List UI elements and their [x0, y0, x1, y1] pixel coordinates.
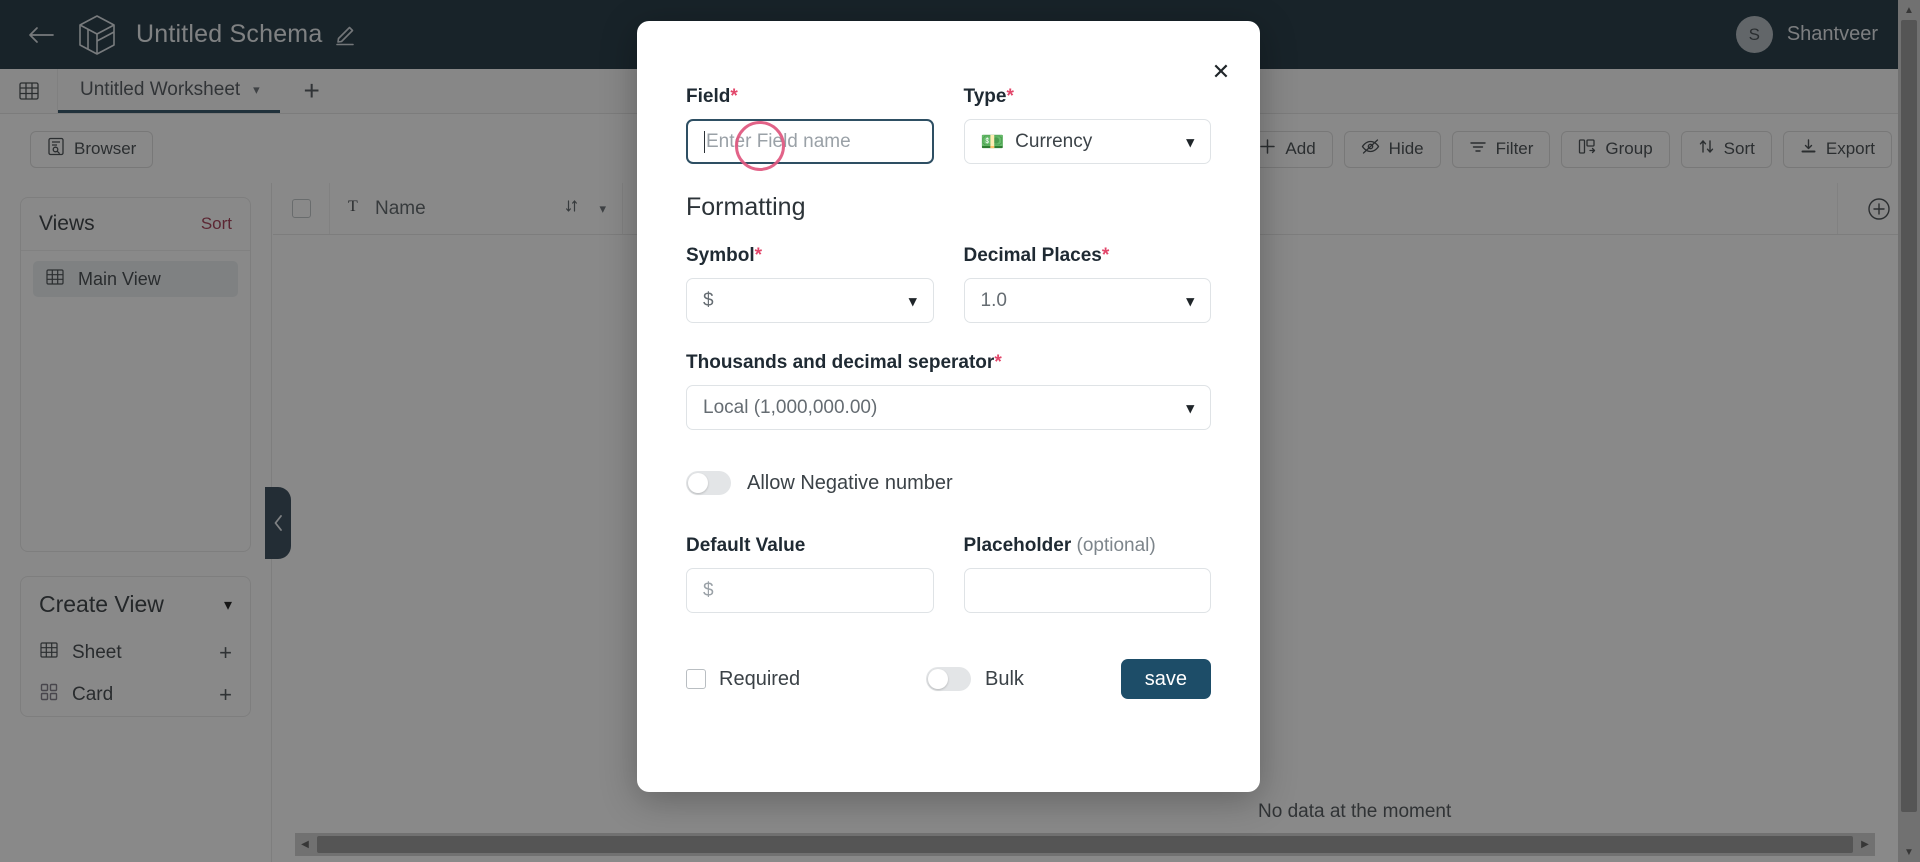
default-value-label: Default Value [686, 535, 934, 557]
decimal-places-group: Decimal Places* 1.0 ▾ [964, 245, 1212, 323]
chevron-down-icon[interactable]: ▾ [1186, 292, 1194, 310]
separator-select[interactable]: Local (1,000,000.00) ▾ [686, 385, 1211, 430]
separator-value: Local (1,000,000.00) [703, 397, 877, 419]
save-button[interactable]: save [1121, 659, 1211, 699]
placeholder-label: Placeholder (optional) [964, 535, 1212, 557]
text-caret [704, 131, 705, 153]
symbol-group: Symbol* $ ▾ [686, 245, 934, 323]
bulk-label: Bulk [985, 668, 1024, 691]
field-type-value: Currency [1015, 131, 1092, 153]
bulk-toggle-row: Bulk [926, 667, 1024, 691]
allow-negative-row: Allow Negative number [686, 471, 1211, 495]
field-name-group: Field* Enter Field name [686, 86, 934, 164]
required-label: Required [719, 668, 800, 691]
chevron-down-icon[interactable]: ▾ [1186, 133, 1194, 151]
bulk-toggle[interactable] [926, 667, 971, 691]
field-type-select[interactable]: 💵 Currency ▾ [964, 119, 1212, 164]
required-checkbox-row[interactable]: Required [686, 668, 926, 691]
decimal-places-select[interactable]: 1.0 ▾ [964, 278, 1212, 323]
symbol-value: $ [703, 290, 714, 312]
default-value-group: Default Value $ [686, 535, 934, 613]
banknote-icon: 💵 [981, 130, 1005, 154]
field-name-input[interactable]: Enter Field name [686, 119, 934, 164]
placeholder-input[interactable] [964, 568, 1212, 613]
separator-label: Thousands and decimal seperator* [686, 352, 1211, 374]
close-icon[interactable]: ✕ [1208, 59, 1234, 85]
field-type-group: Type* 💵 Currency ▾ [964, 86, 1212, 164]
chevron-down-icon[interactable]: ▾ [1186, 399, 1194, 417]
default-value-placeholder: $ [703, 580, 714, 602]
annotation-ring [735, 121, 785, 171]
symbol-label: Symbol* [686, 245, 934, 267]
decimal-places-value: 1.0 [981, 290, 1007, 312]
toggle-knob [928, 669, 948, 689]
field-type-label: Type* [964, 86, 1212, 108]
allow-negative-label: Allow Negative number [747, 472, 953, 495]
required-checkbox[interactable] [686, 669, 706, 689]
toggle-knob [688, 473, 708, 493]
modal-footer: Required Bulk save [686, 659, 1211, 699]
decimal-places-label: Decimal Places* [964, 245, 1212, 267]
separator-group: Thousands and decimal seperator* Local (… [686, 352, 1211, 430]
formatting-section-title: Formatting [686, 193, 1211, 222]
symbol-select[interactable]: $ ▾ [686, 278, 934, 323]
field-name-label: Field* [686, 86, 934, 108]
chevron-down-icon[interactable]: ▾ [909, 292, 917, 310]
allow-negative-toggle[interactable] [686, 471, 731, 495]
field-settings-modal: ✕ Field* Enter Field name Type* 💵 Currenc… [637, 21, 1260, 792]
app-root: Untitled Schema S Shantveer Untitled Wor… [0, 0, 1920, 862]
placeholder-group: Placeholder (optional) [964, 535, 1212, 613]
default-value-input[interactable]: $ [686, 568, 934, 613]
